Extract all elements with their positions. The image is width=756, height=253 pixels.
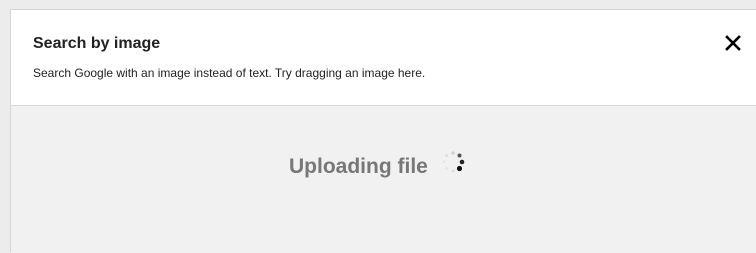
loading-spinner-icon (442, 151, 465, 173)
close-icon (725, 35, 741, 51)
upload-status: Uploading file (289, 151, 466, 182)
dialog-header: Search by image Search Google with an im… (11, 10, 756, 106)
search-by-image-dialog: Search by image Search Google with an im… (10, 9, 756, 253)
upload-status-text: Uploading file (289, 155, 428, 178)
close-button[interactable] (722, 32, 744, 54)
drop-area[interactable]: Uploading file (11, 106, 756, 253)
dialog-subtitle: Search Google with an image instead of t… (33, 66, 426, 80)
dialog-title: Search by image (33, 35, 161, 52)
